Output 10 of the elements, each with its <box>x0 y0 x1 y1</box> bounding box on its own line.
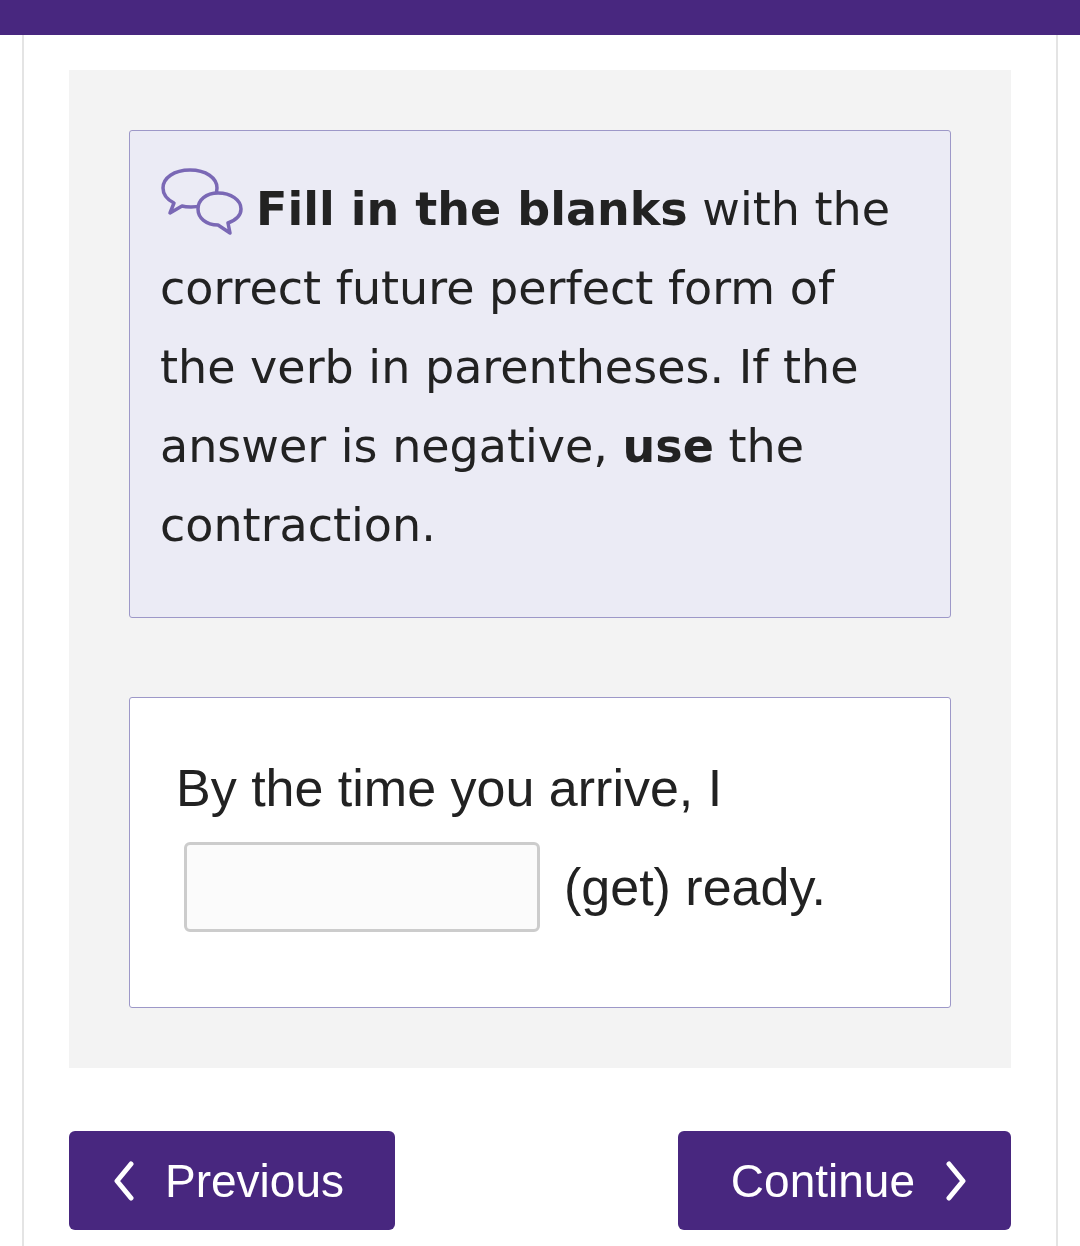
continue-button[interactable]: Continue <box>678 1131 1011 1230</box>
chevron-left-icon <box>113 1160 135 1201</box>
answer-field[interactable] <box>184 842 540 932</box>
speech-bubbles-icon <box>160 167 244 235</box>
instruction-text: correct future perfect form of the verb in parentheses. If the answer is negative, use the contraction. <box>160 260 860 554</box>
sentence-start: By the time you arrive, I <box>176 759 723 817</box>
previous-button[interactable]: Previous <box>69 1131 395 1230</box>
instruction-heading: Fill in the blanks with the <box>256 182 890 236</box>
chevron-right-icon <box>945 1160 967 1201</box>
sentence-end: (get) ready. <box>564 857 827 918</box>
